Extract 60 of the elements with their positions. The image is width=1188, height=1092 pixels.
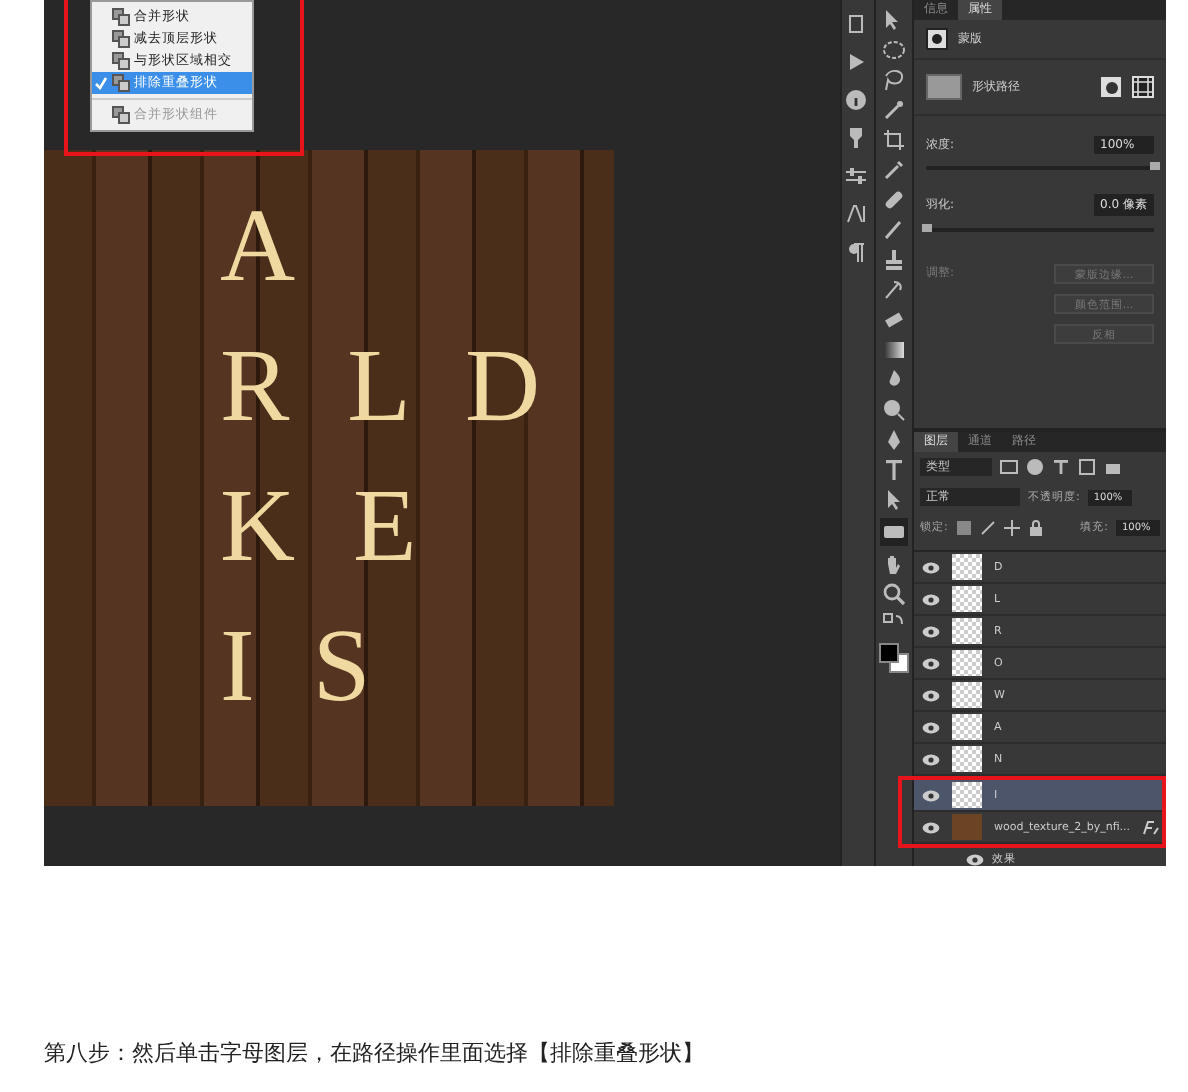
canvas-letters: A <box>218 188 314 308</box>
layer-thumbnail <box>952 554 982 580</box>
lasso-icon[interactable] <box>882 68 906 92</box>
canvas-letters: K E <box>218 468 435 588</box>
rectangle-tool-icon[interactable] <box>880 518 908 546</box>
vector-mask-icon[interactable] <box>1132 76 1154 98</box>
canvas-letters: I S <box>218 608 389 728</box>
magic-wand-icon[interactable] <box>882 98 906 122</box>
eye-icon[interactable] <box>966 853 984 865</box>
zoom-icon[interactable] <box>882 582 906 606</box>
type-filter-icon[interactable] <box>1052 458 1070 476</box>
arrow-select-icon[interactable] <box>882 488 906 512</box>
mask-icon[interactable] <box>926 28 948 50</box>
ellipse-select-icon[interactable] <box>882 38 906 62</box>
eye-icon[interactable] <box>922 625 940 637</box>
layer-thumbnail <box>952 714 982 740</box>
pen-icon[interactable] <box>882 428 906 452</box>
layer-thumbnail <box>952 682 982 708</box>
shape-thumbnail <box>926 74 962 100</box>
lock-brush-icon[interactable] <box>979 519 996 535</box>
hand-icon[interactable] <box>882 552 906 576</box>
lock-pixels-icon[interactable] <box>955 519 972 535</box>
eye-icon[interactable] <box>922 789 940 801</box>
eye-icon[interactable] <box>922 657 940 669</box>
eye-icon[interactable] <box>922 721 940 733</box>
eye-icon[interactable] <box>922 561 940 573</box>
layer-thumbnail <box>952 782 982 808</box>
crop-icon[interactable] <box>882 128 906 152</box>
stamp-icon[interactable] <box>882 248 906 272</box>
pixel-mask-icon[interactable] <box>1100 76 1122 98</box>
adjustment-filter-icon[interactable] <box>1026 458 1044 476</box>
layer-thumbnail <box>952 586 982 612</box>
layer-thumbnail <box>952 650 982 676</box>
effects-icon[interactable] <box>1142 819 1161 835</box>
smart-object-filter-icon[interactable] <box>1104 458 1122 476</box>
eye-icon[interactable] <box>922 821 940 833</box>
eyedropper-icon[interactable] <box>882 158 906 182</box>
canvas-letters: R L D <box>218 328 559 448</box>
brush-icon[interactable] <box>882 218 906 242</box>
eye-icon[interactable] <box>922 593 940 605</box>
layer-thumbnail <box>952 746 982 772</box>
image-filter-icon[interactable] <box>1000 458 1018 476</box>
info-icon[interactable] <box>844 88 868 112</box>
sliders-icon[interactable] <box>844 164 868 188</box>
play-icon[interactable] <box>844 50 868 74</box>
layer-thumbnail <box>952 814 982 840</box>
step-caption: 第八步：然后单击字母图层，在路径操作里面选择【排除重叠形状】 <box>44 1038 706 1068</box>
shape-filter-icon[interactable] <box>1078 458 1096 476</box>
slider-thumb[interactable] <box>1150 162 1160 170</box>
eye-icon[interactable] <box>922 753 940 765</box>
eye-icon[interactable] <box>922 689 940 701</box>
paragraph-icon[interactable] <box>844 240 868 264</box>
color-swatches-icon[interactable] <box>878 642 910 674</box>
lock-move-icon[interactable] <box>1003 519 1020 535</box>
check-icon[interactable] <box>93 76 107 90</box>
type-tool-icon[interactable] <box>882 458 906 482</box>
lock-icon[interactable] <box>1027 519 1044 535</box>
slider-thumb[interactable] <box>922 224 932 232</box>
gradient-icon[interactable] <box>882 338 906 362</box>
layer-thumbnail <box>952 618 982 644</box>
